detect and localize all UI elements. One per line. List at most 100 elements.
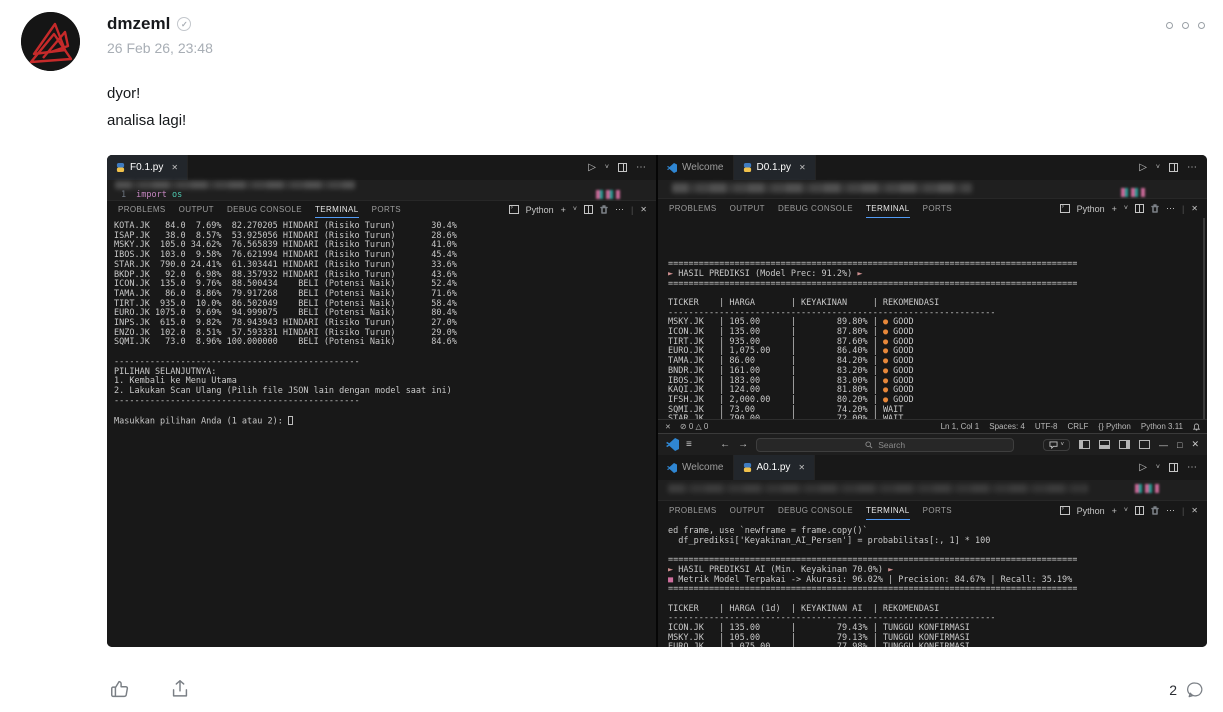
scan-result-row: SQMI.JK 73.0 8.96% 100.000000 BELI (Pote… — [114, 337, 457, 348]
new-terminal-button[interactable]: + — [1112, 506, 1117, 516]
split-editor-icon[interactable] — [1169, 463, 1178, 472]
panel-tab-output[interactable]: OUTPUT — [179, 201, 214, 218]
chevron-down-icon[interactable]: ˅ — [573, 206, 577, 213]
panel-tab-debug-console[interactable]: DEBUG CONSOLE — [227, 201, 302, 218]
editor-area[interactable] — [658, 480, 1207, 500]
more-actions-icon[interactable]: ⋯ — [1166, 203, 1175, 214]
post-menu-button[interactable] — [1166, 22, 1205, 29]
terminal-profile-label[interactable]: Python — [526, 205, 554, 215]
tab-welcome[interactable]: Welcome — [658, 155, 734, 180]
indentation[interactable]: Spaces: 4 — [989, 422, 1025, 431]
run-button[interactable]: ▷ — [1139, 462, 1147, 473]
panel-tab-debug-console[interactable]: DEBUG CONSOLE — [778, 199, 853, 218]
avatar[interactable] — [21, 12, 80, 71]
close-window-button[interactable]: ✕ — [1191, 439, 1199, 450]
split-terminal-icon[interactable] — [583, 205, 593, 214]
panel-tab-problems[interactable]: PROBLEMS — [669, 199, 717, 218]
back-button[interactable]: ← — [720, 439, 730, 450]
more-actions-icon[interactable]: ⋯ — [615, 204, 624, 215]
problems-errors[interactable]: ⊘ 0 △ 0 — [680, 422, 708, 431]
python-icon — [116, 163, 125, 172]
language-mode[interactable]: {} Python — [1098, 422, 1130, 431]
toggle-panel-icon[interactable] — [1099, 440, 1111, 449]
hamburger-menu-icon[interactable]: ≡ — [686, 439, 692, 450]
split-terminal-icon[interactable] — [1134, 204, 1144, 213]
eol-sequence[interactable]: CRLF — [1068, 422, 1089, 431]
remote-icon[interactable]: ✕ — [665, 423, 671, 431]
terminal-bottom-right[interactable]: ed frame, use `newframe = frame.copy()` … — [658, 520, 1207, 647]
share-button[interactable] — [169, 678, 191, 700]
panel-tab-problems[interactable]: PROBLEMS — [118, 201, 166, 218]
toggle-secondary-sidebar-icon[interactable] — [1119, 440, 1131, 449]
tab-label: A0.1.py — [756, 462, 791, 473]
trash-icon[interactable] — [600, 205, 608, 214]
split-editor-icon[interactable] — [618, 163, 627, 172]
terminal-left[interactable]: KOTA.JK 84.0 7.69% 82.270205 HINDARI (Ri… — [107, 218, 656, 647]
more-actions-icon[interactable]: ⋯ — [1166, 505, 1175, 516]
copilot-button[interactable]: ˅ — [1042, 438, 1071, 451]
editor-area[interactable] — [658, 180, 1207, 198]
editor-tabbar: Welcome D0.1.py ✕ ▷ ˅ ⋯ — [658, 155, 1207, 180]
panel-tab-debug-console[interactable]: DEBUG CONSOLE — [778, 501, 853, 520]
tab-welcome[interactable]: Welcome — [658, 455, 734, 480]
new-terminal-button[interactable]: + — [1112, 204, 1117, 214]
more-actions-icon[interactable]: ⋯ — [1187, 462, 1197, 473]
vscode-icon — [667, 162, 677, 173]
split-terminal-icon[interactable] — [1134, 506, 1144, 515]
run-button[interactable]: ▷ — [588, 162, 596, 173]
close-icon[interactable]: ✕ — [171, 163, 178, 172]
terminal-profile-label[interactable]: Python — [1077, 506, 1105, 516]
close-icon[interactable]: ✕ — [798, 463, 805, 472]
panel-tab-ports[interactable]: PORTS — [372, 201, 401, 218]
vscode-window-bottom-right: ≡ ← → Search ˅ — □ ✕ Welcome A0.1.py ✕ ▷… — [658, 433, 1207, 647]
cursor-position[interactable]: Ln 1, Col 1 — [941, 422, 980, 431]
code-module: os — [171, 190, 183, 200]
panel-tab-terminal[interactable]: TERMINAL — [865, 501, 910, 520]
close-panel-icon[interactable]: ✕ — [640, 205, 647, 214]
more-actions-icon[interactable]: ⋯ — [1187, 162, 1197, 173]
chevron-down-icon[interactable]: ˅ — [1124, 507, 1128, 514]
tab-d01py[interactable]: D0.1.py ✕ — [733, 155, 816, 180]
avatar-logo-icon — [21, 12, 80, 71]
username[interactable]: dmzeml ✓ — [107, 14, 192, 34]
scrollbar[interactable] — [1203, 218, 1205, 419]
encoding[interactable]: UTF-8 — [1035, 422, 1058, 431]
trash-icon[interactable] — [1151, 204, 1159, 213]
search-icon — [865, 440, 873, 448]
trash-icon[interactable] — [1151, 506, 1159, 515]
close-icon[interactable]: ✕ — [799, 163, 806, 172]
layout-customize-icon[interactable] — [1139, 440, 1151, 449]
chevron-down-icon[interactable]: ˅ — [1156, 164, 1160, 171]
minimize-button[interactable]: — — [1159, 440, 1168, 450]
maximize-button[interactable]: □ — [1177, 440, 1182, 450]
more-actions-icon[interactable]: ⋯ — [636, 162, 646, 173]
terminal-top-right[interactable]: ========================================… — [658, 218, 1207, 419]
bell-icon[interactable] — [1193, 423, 1200, 431]
chevron-down-icon[interactable]: ˅ — [605, 164, 609, 171]
panel-tab-ports[interactable]: PORTS — [923, 501, 952, 520]
run-button[interactable]: ▷ — [1139, 162, 1147, 173]
like-button[interactable] — [109, 678, 131, 700]
tab-f01py[interactable]: F0.1.py ✕ — [107, 155, 189, 180]
split-editor-icon[interactable] — [1169, 163, 1178, 172]
panel-tab-terminal[interactable]: TERMINAL — [314, 201, 359, 218]
panel-tab-output[interactable]: OUTPUT — [730, 199, 765, 218]
panel-tab-terminal[interactable]: TERMINAL — [865, 199, 910, 218]
panel-tab-output[interactable]: OUTPUT — [730, 501, 765, 520]
python-interpreter[interactable]: Python 3.11 — [1141, 422, 1183, 431]
panel-tab-problems[interactable]: PROBLEMS — [669, 501, 717, 520]
chevron-down-icon[interactable]: ˅ — [1156, 464, 1160, 471]
terminal-profile-label[interactable]: Python — [1077, 204, 1105, 214]
new-terminal-button[interactable]: + — [561, 205, 566, 215]
toggle-sidebar-icon[interactable] — [1079, 440, 1091, 449]
panel-tab-ports[interactable]: PORTS — [923, 199, 952, 218]
comments-summary[interactable]: 2 — [1169, 680, 1205, 699]
chevron-down-icon[interactable]: ˅ — [1124, 205, 1128, 212]
close-panel-icon[interactable]: ✕ — [1191, 204, 1198, 213]
close-panel-icon[interactable]: ✕ — [1191, 506, 1198, 515]
tab-a01py[interactable]: A0.1.py ✕ — [733, 455, 816, 480]
command-search-input[interactable]: Search — [756, 437, 1015, 452]
forward-button[interactable]: → — [738, 439, 748, 450]
attached-screenshot[interactable]: F0.1.py ✕ ▷ ˅ ⋯ 1 import os PROBLEMS OUT… — [107, 155, 1207, 647]
editor-area[interactable]: 1 import os — [107, 180, 656, 200]
